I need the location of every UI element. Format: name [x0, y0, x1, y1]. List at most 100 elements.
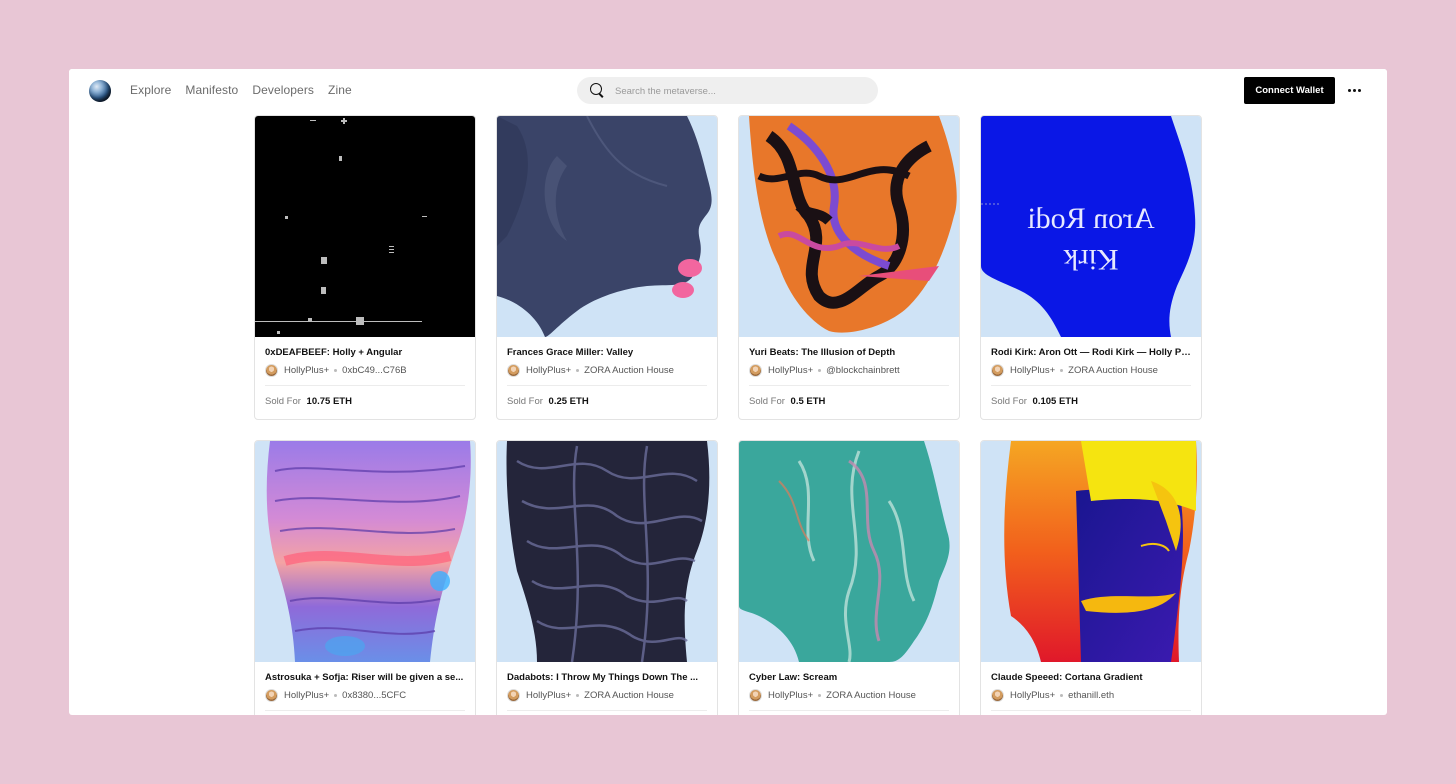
avatar[interactable] — [749, 364, 762, 377]
nav-zine[interactable]: Zine — [328, 83, 352, 97]
avatar[interactable] — [991, 364, 1004, 377]
owner-name[interactable]: ZORA Auction House — [584, 690, 674, 701]
card-meta: HollyPlus+ ZORA Auction House — [749, 689, 949, 702]
divider — [991, 710, 1191, 711]
card-title[interactable]: Dadabots: I Throw My Things Down The ... — [507, 672, 707, 683]
divider — [749, 710, 949, 711]
card-meta: HollyPlus+ ZORA Auction House — [507, 689, 707, 702]
separator-dot — [1060, 369, 1064, 372]
sold-price: 0.105 ETH — [1032, 396, 1078, 407]
nft-artwork-image — [739, 116, 959, 337]
sold-label: Sold For — [991, 396, 1027, 407]
card-title[interactable]: Frances Grace Miller: Valley — [507, 347, 707, 358]
avatar[interactable] — [507, 364, 520, 377]
card-title[interactable]: Astrosuka + Sofja: Riser will be given a… — [265, 672, 465, 683]
owner-name[interactable]: ethanill.eth — [1068, 690, 1114, 701]
divider — [749, 385, 949, 386]
nav-developers[interactable]: Developers — [252, 83, 314, 97]
nft-card[interactable]: Cyber Law: Scream HollyPlus+ ZORA Auctio… — [738, 440, 960, 715]
sold-label: Sold For — [749, 396, 785, 407]
sold-label: Sold For — [265, 396, 301, 407]
owner-name[interactable]: @blockchainbrett — [826, 365, 900, 376]
creator-name[interactable]: HollyPlus+ — [284, 690, 329, 701]
divider — [507, 385, 707, 386]
card-title[interactable]: Yuri Beats: The Illusion of Depth — [749, 347, 949, 358]
card-meta: HollyPlus+ ZORA Auction House — [991, 364, 1191, 377]
zora-logo-icon[interactable] — [89, 80, 111, 102]
app-window: Explore Manifesto Developers Zine Connec… — [69, 69, 1387, 715]
top-nav-bar: Explore Manifesto Developers Zine Connec… — [69, 69, 1387, 113]
nft-artwork-image — [255, 441, 475, 662]
nft-card[interactable]: Frances Grace Miller: Valley HollyPlus+ … — [496, 115, 718, 420]
nft-artwork-image: Aron Rodi Kirk — [981, 116, 1201, 337]
creator-name[interactable]: HollyPlus+ — [284, 365, 329, 376]
creator-name[interactable]: HollyPlus+ — [768, 365, 813, 376]
search-bar[interactable] — [577, 77, 878, 106]
sold-row: Sold For 0.105 ETH — [991, 396, 1191, 407]
art-mirror-text: Aron Rodi — [1027, 202, 1155, 235]
creator-name[interactable]: HollyPlus+ — [768, 690, 813, 701]
main-nav: Explore Manifesto Developers Zine — [130, 83, 352, 97]
card-meta: HollyPlus+ ethanill.eth — [991, 689, 1191, 702]
owner-name[interactable]: ZORA Auction House — [826, 690, 916, 701]
owner-name[interactable]: 0x8380...5CFC — [342, 690, 406, 701]
nft-card[interactable]: Dadabots: I Throw My Things Down The ...… — [496, 440, 718, 715]
separator-dot — [334, 694, 338, 697]
card-meta: HollyPlus+ ZORA Auction House — [507, 364, 707, 377]
nav-manifesto[interactable]: Manifesto — [185, 83, 238, 97]
divider — [507, 710, 707, 711]
connect-wallet-button[interactable]: Connect Wallet — [1244, 77, 1335, 104]
nft-card[interactable]: 0xDEAFBEEF: Holly + Angular HollyPlus+ 0… — [254, 115, 476, 420]
divider — [991, 385, 1191, 386]
card-title[interactable]: Claude Speeed: Cortana Gradient — [991, 672, 1191, 683]
deafbeef-artwork — [255, 116, 475, 337]
sold-price: 0.5 ETH — [790, 396, 826, 407]
card-meta: HollyPlus+ 0x8380...5CFC — [265, 689, 465, 702]
creator-name[interactable]: HollyPlus+ — [1010, 690, 1055, 701]
card-title[interactable]: Rodi Kirk: Aron Ott — Rodi Kirk — Holly … — [991, 347, 1191, 358]
divider — [265, 385, 465, 386]
owner-name[interactable]: ZORA Auction House — [1068, 365, 1158, 376]
sold-row: Sold For 10.75 ETH — [265, 396, 465, 407]
more-options-icon[interactable] — [1344, 81, 1364, 99]
separator-dot — [334, 369, 338, 372]
avatar[interactable] — [265, 364, 278, 377]
nft-grid: 0xDEAFBEEF: Holly + Angular HollyPlus+ 0… — [254, 115, 1202, 715]
search-input[interactable] — [613, 77, 867, 106]
card-meta: HollyPlus+ 0xbC49...C76B — [265, 364, 465, 377]
illusion-artwork — [739, 116, 959, 337]
separator-dot — [818, 694, 822, 697]
nav-explore[interactable]: Explore — [130, 83, 171, 97]
avatar[interactable] — [507, 689, 520, 702]
creator-name[interactable]: HollyPlus+ — [526, 690, 571, 701]
search-icon — [590, 83, 602, 95]
cortana-gradient-artwork — [981, 441, 1201, 662]
avatar[interactable] — [991, 689, 1004, 702]
nft-artwork-image — [981, 441, 1201, 662]
nft-artwork-image — [497, 116, 717, 337]
separator-dot — [576, 369, 580, 372]
nft-card[interactable]: Aron Rodi Kirk Rodi Kirk: Aron Ott — Rod… — [980, 115, 1202, 420]
avatar[interactable] — [749, 689, 762, 702]
separator-dot — [1060, 694, 1064, 697]
sold-price: 0.25 ETH — [548, 396, 589, 407]
card-title[interactable]: 0xDEAFBEEF: Holly + Angular — [265, 347, 465, 358]
dadabots-artwork — [497, 441, 717, 662]
nft-card[interactable]: Claude Speeed: Cortana Gradient HollyPlu… — [980, 440, 1202, 715]
owner-name[interactable]: ZORA Auction House — [584, 365, 674, 376]
card-title[interactable]: Cyber Law: Scream — [749, 672, 949, 683]
valley-artwork — [497, 116, 717, 337]
card-meta: HollyPlus+ @blockchainbrett — [749, 364, 949, 377]
sold-label: Sold For — [507, 396, 543, 407]
separator-dot — [818, 369, 822, 372]
avatar[interactable] — [265, 689, 278, 702]
scream-artwork — [739, 441, 959, 662]
nft-card[interactable]: Astrosuka + Sofja: Riser will be given a… — [254, 440, 476, 715]
creator-name[interactable]: HollyPlus+ — [526, 365, 571, 376]
rodi-kirk-artwork: Aron Rodi Kirk — [981, 116, 1201, 337]
owner-name[interactable]: 0xbC49...C76B — [342, 365, 406, 376]
divider — [265, 710, 465, 711]
creator-name[interactable]: HollyPlus+ — [1010, 365, 1055, 376]
nft-card[interactable]: Yuri Beats: The Illusion of Depth HollyP… — [738, 115, 960, 420]
sold-row: Sold For 0.25 ETH — [507, 396, 707, 407]
